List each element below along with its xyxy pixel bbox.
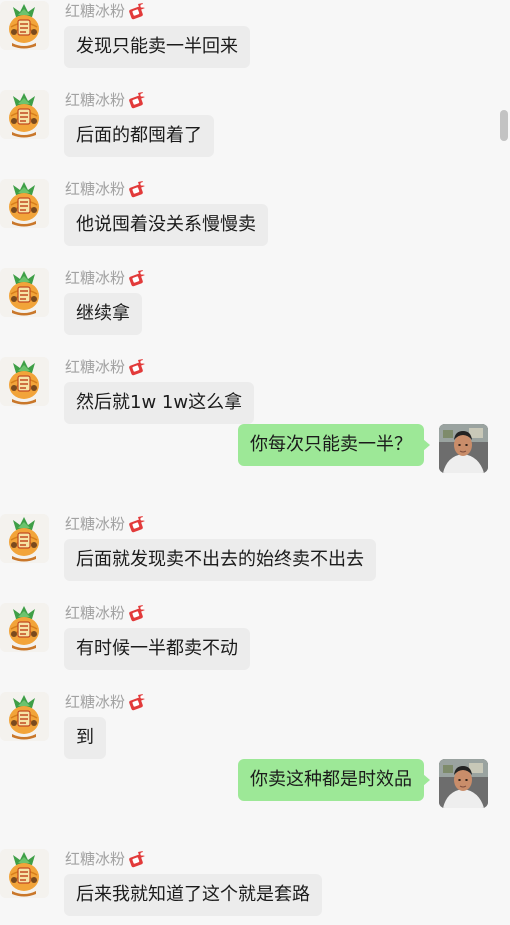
message-bubble[interactable]: 后面的都囤着了 <box>64 115 214 157</box>
cartoon-pineapple-avatar-icon <box>0 692 49 741</box>
cartoon-pineapple-avatar-icon <box>0 514 49 563</box>
cartoon-pineapple-avatar-icon <box>0 179 49 228</box>
message-bubble[interactable]: 后来我就知道了这个就是套路 <box>64 874 322 916</box>
message-bubble[interactable]: 然后就1w 1w这么拿 <box>64 382 255 424</box>
contact-avatar[interactable] <box>0 90 49 139</box>
sender-row: 红糖冰粉 <box>65 692 146 712</box>
message-bubble[interactable]: 有时候一半都卖不动 <box>64 628 250 670</box>
gift-badge-icon <box>128 604 146 622</box>
message-bubble[interactable]: 继续拿 <box>64 293 142 335</box>
contact-avatar[interactable] <box>0 268 49 317</box>
cartoon-pineapple-avatar-icon <box>0 1 49 50</box>
sender-name[interactable]: 红糖冰粉 <box>65 514 125 534</box>
message-bubble[interactable]: 你卖这种都是时效品 <box>238 759 430 801</box>
incoming-message: 红糖冰粉 后来我就知道了这个就是套路 <box>0 826 510 916</box>
sender-name[interactable]: 红糖冰粉 <box>65 90 125 110</box>
sender-name[interactable]: 红糖冰粉 <box>65 357 125 377</box>
sender-name[interactable]: 红糖冰粉 <box>65 1 125 21</box>
own-avatar[interactable] <box>439 424 488 473</box>
sender-row: 红糖冰粉 <box>65 90 146 110</box>
contact-avatar[interactable] <box>0 179 49 228</box>
contact-avatar[interactable] <box>0 1 49 50</box>
contact-avatar[interactable] <box>0 357 49 406</box>
user-photo-avatar <box>439 759 488 808</box>
incoming-message: 红糖冰粉 后面就发现卖不出去的始终卖不出去 <box>0 491 510 581</box>
cartoon-pineapple-avatar-icon <box>0 603 49 652</box>
contact-avatar[interactable] <box>0 603 49 652</box>
cartoon-pineapple-avatar-icon <box>0 90 49 139</box>
sender-row: 红糖冰粉 <box>65 357 146 377</box>
contact-avatar[interactable] <box>0 849 49 898</box>
incoming-message: 红糖冰粉 有时候一半都卖不动 <box>0 580 510 670</box>
sender-name[interactable]: 红糖冰粉 <box>65 603 125 623</box>
gift-badge-icon <box>128 269 146 287</box>
message-bubble[interactable]: 他说囤着没关系慢慢卖 <box>64 204 268 246</box>
outgoing-message: 你卖这种都是时效品 <box>0 758 510 826</box>
gift-badge-icon <box>128 693 146 711</box>
sender-name[interactable]: 红糖冰粉 <box>65 692 125 712</box>
sender-name[interactable]: 红糖冰粉 <box>65 268 125 288</box>
gift-badge-icon <box>128 2 146 20</box>
incoming-message: 红糖冰粉 继续拿 <box>0 245 510 335</box>
contact-avatar[interactable] <box>0 514 49 563</box>
sender-row: 红糖冰粉 <box>65 849 146 869</box>
contact-avatar[interactable] <box>0 692 49 741</box>
gift-badge-icon <box>128 91 146 109</box>
scrollbar-thumb[interactable] <box>500 110 508 141</box>
incoming-message: 红糖冰粉 然后就1w 1w这么拿 <box>0 334 510 424</box>
chat-message-list[interactable]: 红糖冰粉 发现只能卖一半回来 红糖冰粉 后面的都囤着了 红糖冰粉 他说囤着没关系… <box>0 0 510 916</box>
gift-badge-icon <box>128 515 146 533</box>
gift-badge-icon <box>128 358 146 376</box>
user-photo-avatar <box>439 424 488 473</box>
sender-row: 红糖冰粉 <box>65 1 146 21</box>
sender-row: 红糖冰粉 <box>65 179 146 199</box>
incoming-message: 红糖冰粉 发现只能卖一半回来 <box>0 0 510 68</box>
sender-name[interactable]: 红糖冰粉 <box>65 849 125 869</box>
message-bubble[interactable]: 到 <box>64 717 106 759</box>
cartoon-pineapple-avatar-icon <box>0 849 49 898</box>
cartoon-pineapple-avatar-icon <box>0 268 49 317</box>
message-bubble[interactable]: 你每次只能卖一半？ <box>238 424 430 466</box>
sender-row: 红糖冰粉 <box>65 268 146 288</box>
outgoing-message: 你每次只能卖一半？ <box>0 423 510 491</box>
own-avatar[interactable] <box>439 759 488 808</box>
incoming-message: 红糖冰粉 到 <box>0 669 510 759</box>
incoming-message: 红糖冰粉 他说囤着没关系慢慢卖 <box>0 156 510 246</box>
sender-row: 红糖冰粉 <box>65 514 146 534</box>
gift-badge-icon <box>128 180 146 198</box>
sender-row: 红糖冰粉 <box>65 603 146 623</box>
cartoon-pineapple-avatar-icon <box>0 357 49 406</box>
sender-name[interactable]: 红糖冰粉 <box>65 179 125 199</box>
message-bubble[interactable]: 后面就发现卖不出去的始终卖不出去 <box>64 539 376 581</box>
gift-badge-icon <box>128 850 146 868</box>
message-bubble[interactable]: 发现只能卖一半回来 <box>64 26 250 68</box>
incoming-message: 红糖冰粉 后面的都囤着了 <box>0 67 510 157</box>
